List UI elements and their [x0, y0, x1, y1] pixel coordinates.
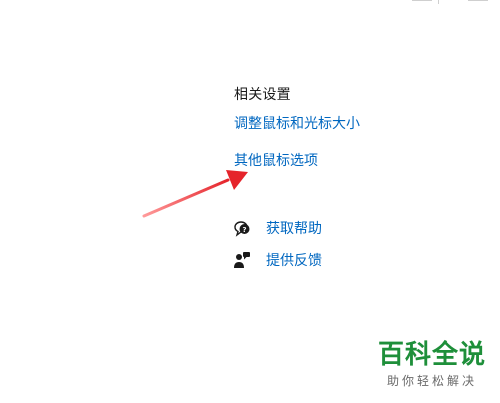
svg-text:?: ?: [242, 226, 246, 234]
window-controls: [410, 0, 500, 6]
feedback-label: 提供反馈: [266, 253, 322, 269]
feedback-item[interactable]: 提供反馈: [233, 250, 322, 270]
watermark-subtitle: 助你轻松解决: [386, 374, 477, 388]
close-button[interactable]: [468, 0, 488, 5]
maximize-button[interactable]: [412, 0, 432, 5]
feedback-person-icon: [234, 252, 250, 268]
red-annotation-arrow-icon: [142, 170, 248, 218]
watermark-title: 百科全说: [377, 340, 486, 370]
related-settings-heading: 相关设置: [234, 87, 291, 103]
get-help-item[interactable]: ? 获取帮助: [233, 218, 322, 238]
help-chat-icon: ?: [234, 221, 250, 237]
settings-page: 相关设置 调整鼠标和光标大小 其他鼠标选项 ? 获取帮助 提供反馈 百科全说 助…: [0, 0, 500, 403]
window-controls-divider: [438, 0, 439, 4]
adjust-pointer-size-link[interactable]: 调整鼠标和光标大小: [234, 113, 360, 133]
watermark-logo: 百科全说 助你轻松解决: [378, 340, 486, 389]
get-help-label: 获取帮助: [266, 221, 322, 237]
